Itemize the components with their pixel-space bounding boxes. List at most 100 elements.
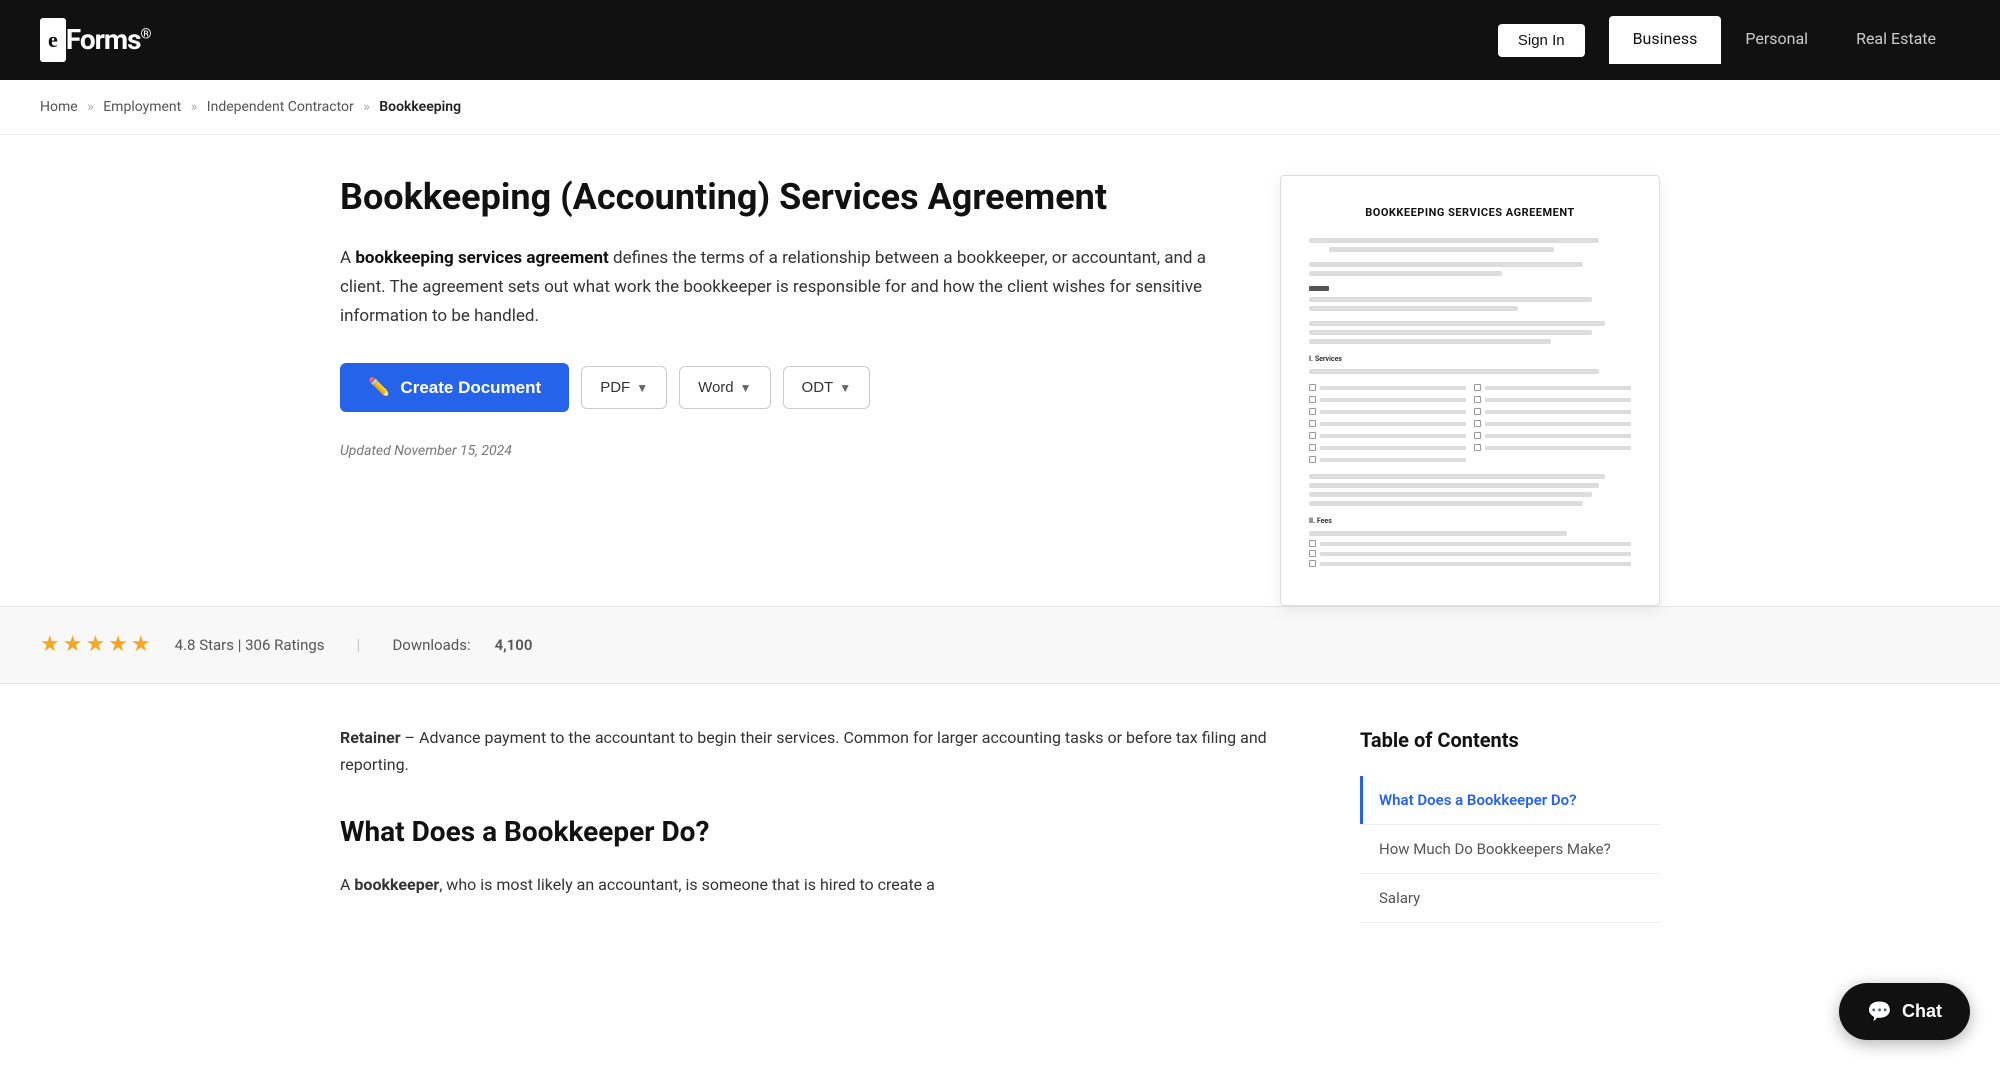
doc-para-block (1309, 474, 1631, 506)
word-button[interactable]: Word ▼ (679, 366, 770, 409)
doc-svc-line-1 (1309, 369, 1599, 374)
retainer-label: Retainer (340, 728, 401, 747)
word-chevron: ▼ (740, 381, 752, 395)
toc-title: Table of Contents (1360, 724, 1660, 756)
nav-tab-personal[interactable]: Personal (1721, 16, 1832, 65)
stars: ★ ★ ★ ★ ★ (40, 627, 151, 662)
doc-fees-block (1309, 531, 1631, 567)
doc-cb-10 (1474, 432, 1631, 439)
doc-services-title: I. Services (1309, 354, 1631, 365)
rating-separator: | (357, 632, 361, 658)
pdf-label: PDF (600, 379, 630, 396)
desc-prefix: A (340, 248, 355, 268)
doc-cb-6 (1474, 408, 1631, 415)
retainer-text: – Advance payment to the accountant to b… (340, 728, 1267, 774)
doc-preview-container: BOOKKEEPING SERVICES AGREEMENT (1280, 175, 1660, 606)
toc-item-1[interactable]: What Does a Bookkeeper Do? (1360, 776, 1660, 825)
doc-cb-3 (1309, 396, 1466, 403)
logo-text: Forms® (66, 18, 151, 63)
content-left: Bookkeeping (Accounting) Services Agreem… (340, 175, 1220, 482)
doc-line-2 (1329, 247, 1554, 252)
doc-cb-9 (1309, 432, 1466, 439)
breadcrumb-independent-contractor[interactable]: Independent Contractor (207, 99, 354, 115)
chat-button[interactable]: 💬 Chat (1839, 983, 1970, 1040)
star-5: ★ (131, 627, 151, 662)
section-title-bookkeeper: What Does a Bookkeeper Do? (340, 810, 1300, 855)
page-title: Bookkeeping (Accounting) Services Agreem… (340, 175, 1220, 220)
doc-fees-title: II. Fees (1309, 516, 1631, 527)
doc-fee-cb-1 (1309, 540, 1631, 547)
word-label: Word (698, 379, 734, 396)
doc-preview: BOOKKEEPING SERVICES AGREEMENT (1280, 175, 1660, 606)
nav-tab-real-estate[interactable]: Real Estate (1832, 16, 1960, 65)
doc-line-8 (1309, 330, 1592, 335)
desc-bold: bookkeeping services agreement (355, 248, 608, 268)
article-body: Retainer – Advance payment to the accoun… (340, 724, 1300, 914)
pdf-button[interactable]: PDF ▼ (581, 366, 667, 409)
doc-line-7 (1309, 321, 1605, 326)
doc-party-block (1309, 262, 1631, 276)
doc-line-1 (1309, 238, 1599, 243)
doc-line-3 (1309, 262, 1583, 267)
pdf-chevron: ▼ (636, 381, 648, 395)
intro-prefix: A (340, 875, 354, 894)
doc-intro-block (1309, 238, 1631, 252)
updated-date: Updated November 15, 2024 (340, 440, 1220, 462)
description: A bookkeeping services agreement defines… (340, 244, 1220, 331)
doc-fee-cb-2 (1309, 550, 1631, 557)
doc-line-5 (1309, 297, 1592, 302)
intro-bold: bookkeeper (354, 875, 439, 894)
toc-sidebar: Table of Contents What Does a Bookkeeper… (1360, 724, 1660, 923)
toc-link-2[interactable]: How Much Do Bookkeepers Make? (1360, 825, 1660, 873)
nav-tab-business[interactable]: Business (1609, 16, 1722, 65)
chat-label: Chat (1902, 1001, 1942, 1022)
breadcrumb-sep-2: » (191, 99, 198, 115)
doc-preview-title: BOOKKEEPING SERVICES AGREEMENT (1309, 204, 1631, 222)
breadcrumb-home[interactable]: Home (40, 99, 78, 115)
create-document-button[interactable]: ✏️ Create Document (340, 363, 569, 412)
intro-suffix: , who is most likely an accountant, is s… (439, 875, 935, 894)
chat-icon: 💬 (1867, 999, 1892, 1024)
logo-name: Forms (66, 23, 141, 56)
doc-cb-2 (1474, 384, 1631, 391)
doc-whereas-block (1309, 321, 1631, 344)
sign-in-button[interactable]: Sign In (1498, 24, 1585, 57)
toc-list: What Does a Bookkeeper Do? How Much Do B… (1360, 776, 1660, 923)
breadcrumb-current: Bookkeeping (379, 99, 461, 115)
toc-link-1[interactable]: What Does a Bookkeeper Do? (1360, 776, 1660, 824)
section-intro: A bookkeeper, who is most likely an acco… (340, 871, 1300, 898)
doc-client-block (1309, 297, 1631, 311)
header-right: Sign In Business Personal Real Estate (1498, 16, 1960, 65)
odt-chevron: ▼ (839, 381, 851, 395)
doc-cb-12 (1474, 444, 1631, 451)
main-nav: Business Personal Real Estate (1609, 16, 1960, 65)
toc-link-3[interactable]: Salary (1360, 874, 1660, 922)
star-3: ★ (85, 627, 105, 662)
odt-label: ODT (802, 379, 834, 396)
odt-button[interactable]: ODT ▼ (783, 366, 871, 409)
doc-line-4 (1309, 271, 1502, 276)
action-row: ✏️ Create Document PDF ▼ Word ▼ ODT ▼ (340, 363, 1220, 412)
main-content: Bookkeeping (Accounting) Services Agreem… (300, 135, 1700, 606)
doc-cb-1 (1309, 384, 1466, 391)
toc-item-2[interactable]: How Much Do Bookkeepers Make? (1360, 825, 1660, 874)
doc-and (1309, 286, 1631, 291)
doc-cb-8 (1474, 420, 1631, 427)
downloads-count: 4,100 (495, 633, 533, 657)
toc-item-3[interactable]: Salary (1360, 874, 1660, 923)
pencil-icon: ✏️ (368, 377, 390, 398)
doc-cb-5 (1309, 408, 1466, 415)
retainer-paragraph: Retainer – Advance payment to the accoun… (340, 724, 1300, 778)
rating-text: 4.8 Stars | 306 Ratings (175, 633, 325, 657)
doc-checkboxes (1309, 384, 1631, 466)
star-2: ★ (63, 627, 83, 662)
doc-cb-7 (1309, 420, 1466, 427)
downloads-label: Downloads: (392, 633, 470, 657)
logo-reg: ® (141, 26, 151, 42)
doc-cb-11 (1309, 444, 1466, 451)
doc-line-9 (1309, 339, 1551, 344)
doc-cb-4 (1474, 396, 1631, 403)
header: e Forms® Sign In Business Personal Real … (0, 0, 2000, 80)
breadcrumb: Home » Employment » Independent Contract… (0, 80, 2000, 135)
breadcrumb-employment[interactable]: Employment (103, 99, 181, 115)
